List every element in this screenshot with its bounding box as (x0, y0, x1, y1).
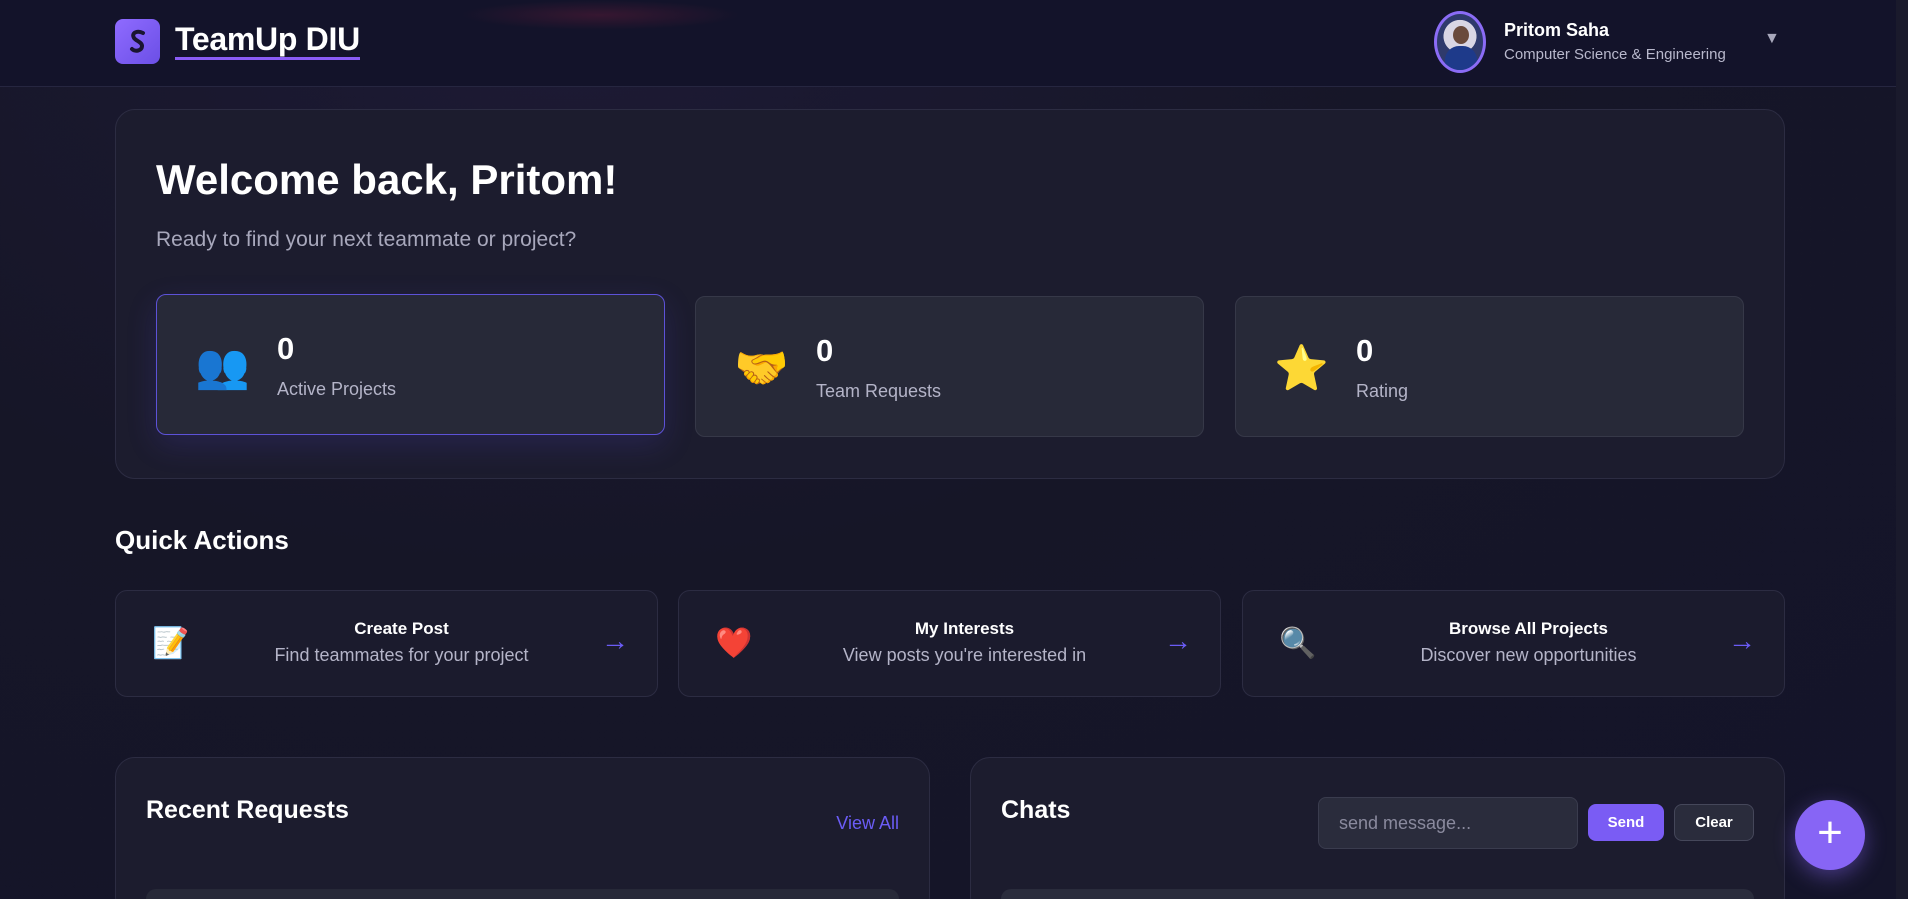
star-icon: ⭐ (1274, 344, 1329, 393)
heart-icon: ❤️ (715, 627, 753, 660)
quick-action-browse-projects[interactable]: 🔍 Browse All Projects Discover new oppor… (1242, 590, 1785, 697)
welcome-title: Welcome back, Pritom! (156, 156, 618, 203)
recent-requests-title: Recent Requests (146, 796, 349, 824)
arrow-right-icon: → (601, 625, 629, 656)
welcome-subtitle: Ready to find your next teammate or proj… (156, 228, 577, 251)
request-list-item[interactable] (146, 889, 899, 899)
user-department: Computer Science & Engineering (1504, 46, 1726, 63)
stat-card-active-projects[interactable]: 👥 0 Active Projects (156, 294, 665, 435)
chevron-down-icon[interactable]: ▼ (1764, 30, 1780, 48)
user-name: Pritom Saha (1504, 20, 1610, 40)
chat-list (1001, 889, 1754, 899)
add-button[interactable]: + (1795, 800, 1865, 870)
scrollbar[interactable] (1896, 0, 1908, 899)
people-icon: 👥 (195, 342, 250, 391)
quick-action-subtitle: View posts you're interested in (842, 645, 1087, 665)
chats-title: Chats (1001, 796, 1071, 824)
handshake-icon: 🤝 (734, 344, 789, 393)
clear-button[interactable]: Clear (1674, 804, 1754, 841)
quick-action-title: Create Post (354, 619, 449, 638)
stat-label: Rating (1356, 381, 1409, 401)
quick-action-title: My Interests (914, 619, 1015, 638)
view-all-link[interactable]: View All (836, 813, 899, 834)
top-navbar: TeamUp DIU Pritom Saha Computer Science … (0, 0, 1908, 87)
app-name[interactable]: TeamUp DIU (175, 22, 360, 60)
brand-logo[interactable] (115, 19, 160, 64)
quick-action-subtitle: Find teammates for your project (274, 645, 529, 665)
magnifier-icon: 🔍 (1279, 627, 1317, 660)
recent-requests-panel: Recent Requests View All (115, 757, 930, 899)
quick-action-my-interests[interactable]: ❤️ My Interests View posts you're intere… (678, 590, 1221, 697)
avatar[interactable] (1434, 11, 1486, 73)
stat-card-team-requests[interactable]: 🤝 0 Team Requests (695, 296, 1204, 437)
brand-s-icon (129, 29, 145, 53)
quick-actions-heading: Quick Actions (115, 525, 289, 555)
stat-value: 0 (1356, 333, 1374, 368)
quick-action-create-post[interactable]: 📝 Create Post Find teammates for your pr… (115, 590, 658, 697)
send-button[interactable]: Send (1588, 804, 1664, 841)
stat-card-rating[interactable]: ⭐ 0 Rating (1235, 296, 1744, 437)
memo-icon: 📝 (152, 627, 190, 660)
quick-action-title: Browse All Projects (1448, 619, 1609, 638)
stat-label: Team Requests (816, 381, 942, 401)
stat-value: 0 (277, 331, 295, 366)
stat-label: Active Projects (277, 379, 397, 399)
arrow-right-icon: → (1164, 625, 1192, 656)
arrow-right-icon: → (1728, 625, 1756, 656)
message-input[interactable] (1318, 797, 1578, 849)
stat-value: 0 (816, 333, 834, 368)
quick-action-subtitle: Discover new opportunities (1420, 645, 1637, 665)
